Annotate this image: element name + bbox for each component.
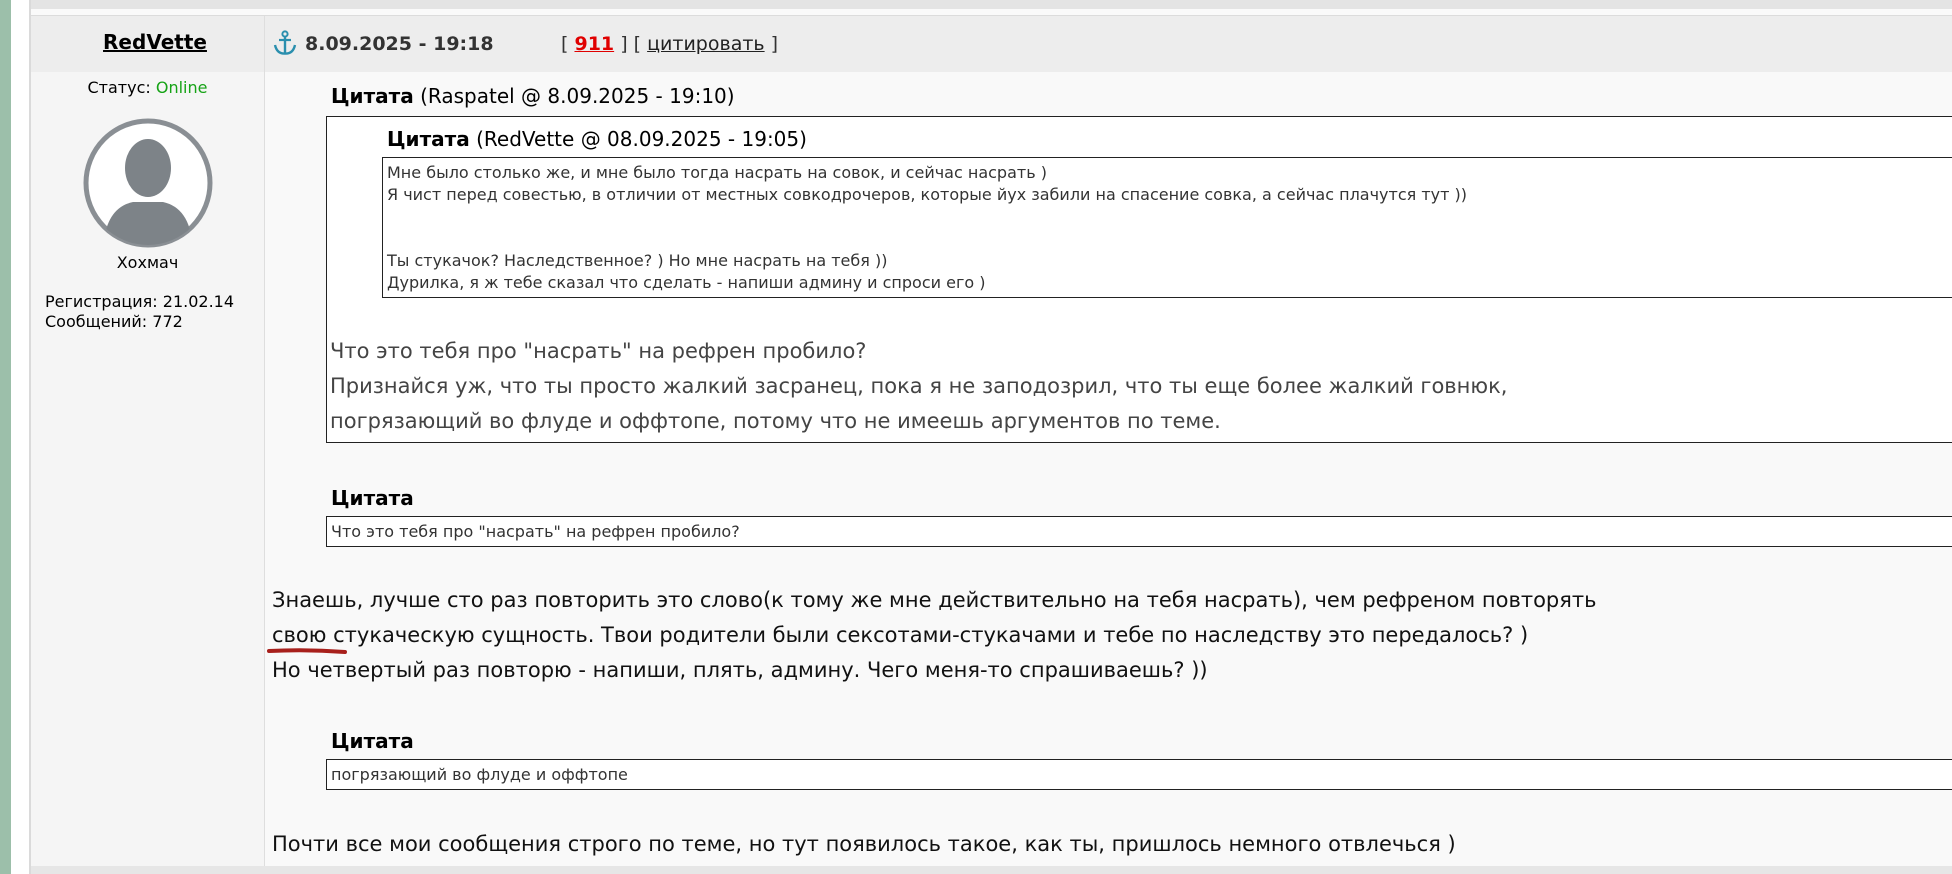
quote-line: погрязающий во флуде и оффтопе, потому ч… [330, 409, 1221, 433]
reply-line: Но четвертый раз повторю - напиши, плять… [272, 658, 1208, 682]
status-label: Статус: [87, 78, 151, 97]
nested-quote-source: (RedVette @ 08.09.2025 - 19:05) [476, 127, 807, 151]
reply-line: Знаешь, лучше сто раз повторить это слов… [272, 588, 1597, 612]
quote-label: Цитата [331, 486, 414, 510]
quote-header: Цитата [331, 729, 414, 753]
post-number-link[interactable]: 911 [574, 33, 614, 55]
post-separator [31, 9, 1952, 16]
red-underline-mark [267, 648, 347, 654]
bracket-close: ] [770, 33, 779, 55]
reply-line: Почти все мои сообщения строго по теме, … [272, 832, 1456, 856]
nested-quote-header: Цитата (RedVette @ 08.09.2025 - 19:05) [387, 127, 807, 151]
author-profile: Статус: Online Хохмач Регистрация: 21.02… [31, 72, 264, 874]
post-date: 8.09.2025 - 19:18 [305, 33, 494, 55]
nested-quote-line: Дурилка, я ж тебе сказал что сделать - н… [387, 273, 986, 292]
quote-box: погрязающий во флуде и оффтопе [326, 759, 1952, 790]
nested-quote-line: Я чист перед совестью, в отличии от мест… [387, 185, 1468, 204]
quote-box: Что это тебя про "насрать" на рефрен про… [326, 516, 1952, 547]
message-count: Сообщений: 772 [45, 312, 183, 331]
quote-body: Что это тебя про "насрать" на рефрен про… [330, 334, 1507, 439]
post-links: [ 911 ] [ цитировать ] [561, 33, 778, 55]
nested-quote-line [387, 228, 1952, 250]
nested-quote-line: Ты стукачок? Наследственное? ) Но мне на… [387, 251, 888, 270]
quote-source: (Raspatel @ 8.09.2025 - 19:10) [420, 84, 735, 108]
nested-quote-box: Мне было столько же, и мне было тогда на… [382, 157, 1952, 298]
quote-text: Что это тебя про "насрать" на рефрен про… [331, 522, 740, 541]
quote-label: Цитата [331, 729, 414, 753]
bracket-mid: ] [ [620, 33, 642, 55]
quote-text: погрязающий во флуде и оффтопе [331, 765, 628, 784]
reply-paragraph: Почти все мои сообщения строго по теме, … [272, 827, 1456, 862]
previous-post-bottom [31, 0, 1952, 9]
left-stripe [0, 0, 11, 874]
quote-post-link[interactable]: цитировать [647, 33, 765, 55]
quote-header: Цитата (Raspatel @ 8.09.2025 - 19:10) [331, 84, 735, 108]
anchor-icon[interactable] [273, 30, 297, 56]
reply-paragraph: Знаешь, лучше сто раз повторить это слов… [272, 583, 1597, 688]
nested-quote-line [387, 206, 1952, 228]
nested-quote-line: Мне было столько же, и мне было тогда на… [387, 163, 1047, 182]
user-rank: Хохмач [116, 253, 179, 272]
bracket-open: [ [561, 33, 569, 55]
post-header: RedVette 8.09.2025 - 19:18 [ 911 ] [ цит… [31, 16, 1952, 72]
left-margin [11, 0, 29, 874]
user-stats: Регистрация: 21.02.14 Сообщений: 772 [45, 292, 234, 332]
avatar[interactable] [81, 116, 215, 250]
quote-label: Цитата [331, 84, 414, 108]
quote-line: Признайся уж, что ты просто жалкий засра… [330, 374, 1508, 398]
user-status: Статус: Online [31, 78, 264, 97]
registration-date: Регистрация: 21.02.14 [45, 292, 235, 311]
post-bottom-border [31, 866, 1952, 874]
nested-quote-label: Цитата [387, 127, 470, 151]
author-name-link[interactable]: RedVette [61, 30, 249, 54]
quote-header: Цитата [331, 486, 414, 510]
status-value: Online [155, 78, 208, 97]
reply-line: свою стукаческую сущность. Твои родители… [272, 623, 1529, 647]
quote-line: Что это тебя про "насрать" на рефрен про… [330, 339, 867, 363]
